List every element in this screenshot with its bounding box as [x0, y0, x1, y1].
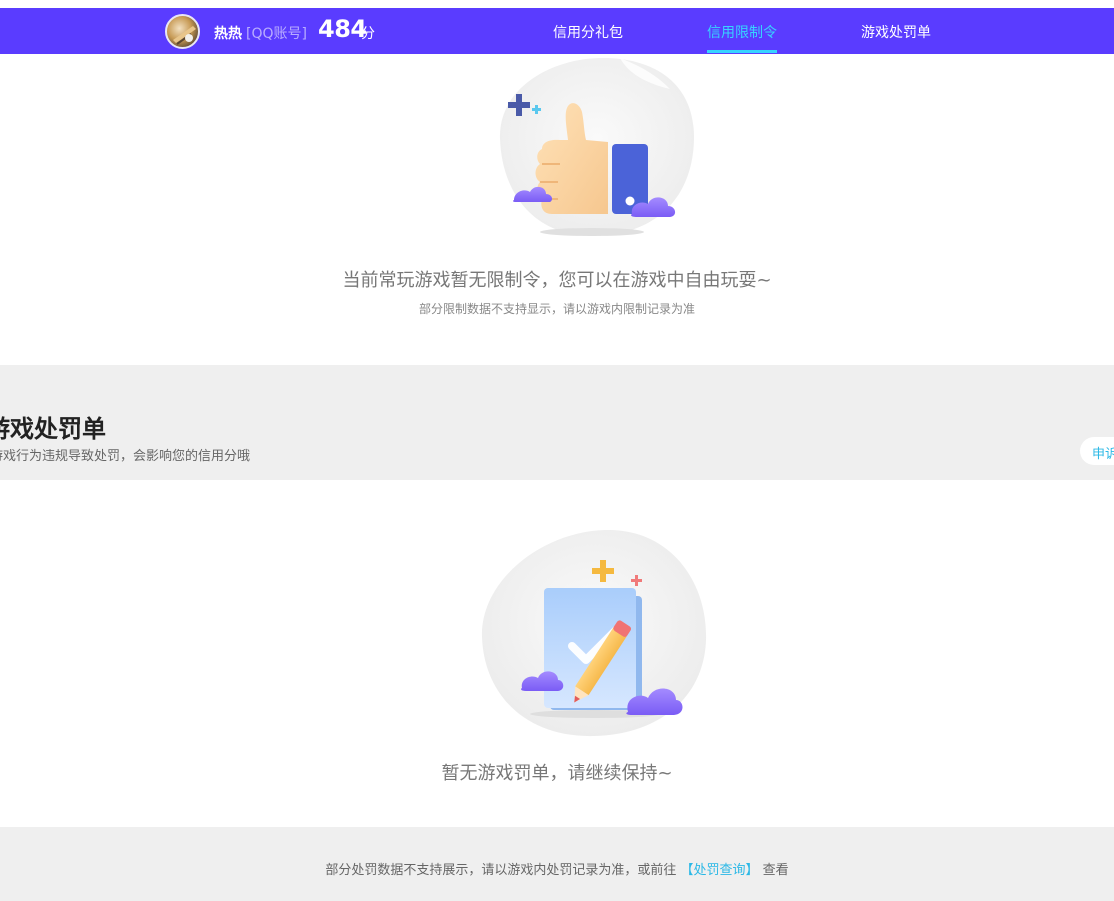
penalty-section-title: 游戏处罚单 — [0, 415, 106, 443]
user-nickname: 热热 — [214, 26, 242, 42]
user-avatar[interactable] — [165, 14, 200, 49]
tab-game-penalty[interactable]: 游戏处罚单 — [861, 22, 931, 42]
appeal-button[interactable]: 申诉 — [1080, 437, 1114, 465]
credit-score-unit: 分 — [361, 26, 375, 42]
penalty-empty-message: 暂无游戏罚单，请继续保持~ — [441, 763, 673, 784]
penalty-section-description: 游戏行为违规导致处罚，会影响您的信用分哦 — [0, 449, 251, 464]
penalty-query-link[interactable]: 【处罚查询】 — [680, 863, 758, 878]
penalty-footer: 部分处罚数据不支持展示，请以游戏内处罚记录为准，或前往 【处罚查询】 查看 — [0, 827, 1114, 901]
footer-text-after: 查看 — [762, 863, 789, 878]
top-strip — [0, 0, 1114, 8]
footer-note: 部分处罚数据不支持展示，请以游戏内处罚记录为准，或前往 【处罚查询】 查看 — [0, 859, 1114, 878]
thumbs-up-illustration — [480, 54, 710, 244]
restriction-empty-message: 当前常玩游戏暂无限制令，您可以在游戏中自由玩耍~ — [342, 270, 772, 291]
account-type-label: [QQ账号] — [246, 26, 307, 42]
checklist-pencil-illustration — [470, 522, 720, 742]
top-navbar: 热热 [QQ账号] 484 分 信用分礼包 信用限制令 游戏处罚单 — [0, 8, 1114, 54]
tab-credit-gift[interactable]: 信用分礼包 — [553, 22, 623, 42]
restriction-note: 部分限制数据不支持显示，请以游戏内限制记录为准 — [418, 302, 695, 316]
penalty-section-header: 游戏处罚单 游戏行为违规导致处罚，会影响您的信用分哦 申诉 — [0, 365, 1114, 480]
tab-credit-restriction[interactable]: 信用限制令 — [707, 22, 777, 42]
footer-text-before: 部分处罚数据不支持展示，请以游戏内处罚记录为准，或前往 — [325, 863, 677, 878]
credit-score: 484 — [318, 15, 367, 43]
active-tab-indicator — [707, 50, 777, 53]
